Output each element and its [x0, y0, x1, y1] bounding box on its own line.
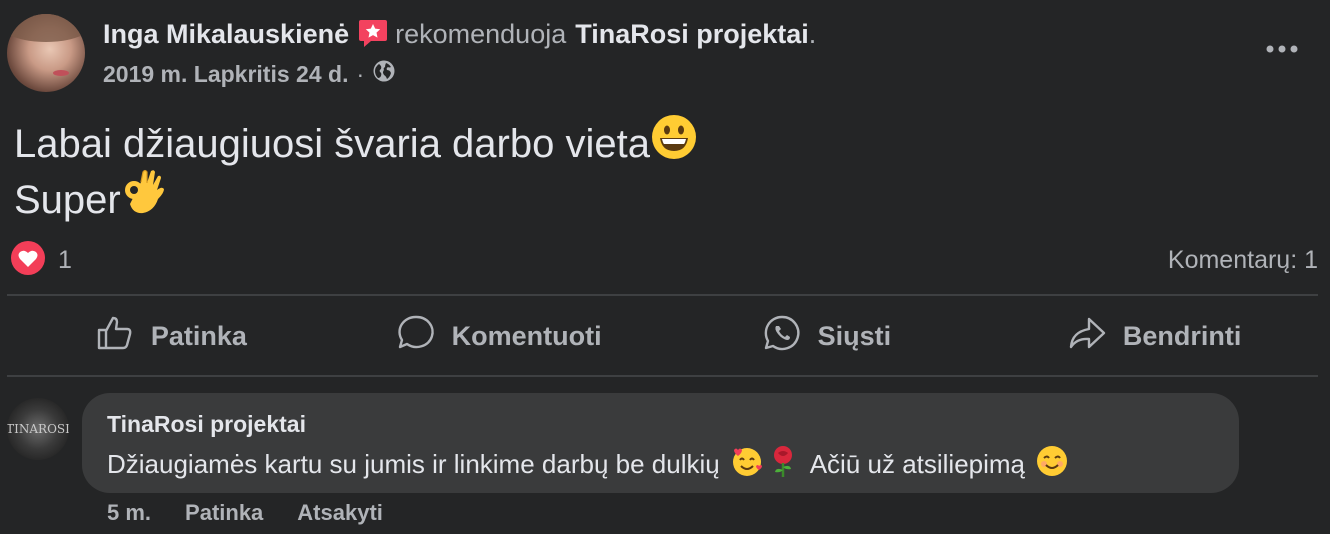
recommend-badge-icon — [357, 16, 389, 48]
comment-bubble-icon — [396, 313, 452, 360]
post-text-line-2: Super — [14, 178, 121, 222]
comment-author[interactable]: TinaRosi projektai — [107, 409, 1214, 439]
author-name[interactable]: Inga Mikalauskienė — [103, 19, 349, 50]
divider-bottom — [7, 375, 1318, 377]
ok-hand-emoji — [121, 168, 167, 233]
comment-like-link[interactable]: Patinka — [185, 500, 263, 526]
author-avatar[interactable] — [7, 14, 85, 92]
grinning-face-emoji — [650, 113, 698, 176]
comment-text-part-2: Ačiū už atsiliepimą — [809, 448, 1026, 479]
whatsapp-icon — [762, 313, 818, 360]
commenter-avatar-text: TINAROSI — [7, 422, 69, 436]
reactions-summary[interactable]: 1 — [10, 240, 72, 277]
comment-label: Komentuoti — [451, 320, 602, 351]
share-label: Bendrinti — [1122, 320, 1242, 351]
ellipsis-icon[interactable] — [1264, 38, 1300, 60]
action-bar: Patinka Komentuoti Siųsti Bendrinti — [7, 296, 1318, 376]
page-name-link[interactable]: TinaRosi projektai — [575, 19, 809, 50]
comment-time[interactable]: 5 m. — [107, 500, 151, 526]
globe-icon — [372, 59, 396, 89]
recommends-text: rekomenduoja — [395, 18, 567, 49]
post-header: Inga Mikalauskienė rekomenduoja TinaRosi… — [103, 16, 816, 52]
comment-text-part-1: Džiaugiamės kartu su jumis ir linkime da… — [107, 448, 720, 479]
comment-meta: 5 m. Patinka Atsakyti — [107, 499, 417, 527]
share-arrow-icon — [1067, 313, 1123, 360]
comments-count-link[interactable]: Komentarų: 1 — [1168, 243, 1318, 277]
date-separator: · — [356, 60, 365, 87]
comment-text: Džiaugiamės kartu su jumis ir linkime da… — [107, 444, 1214, 485]
smiling-face-emoji — [1035, 444, 1069, 485]
share-button[interactable]: Bendrinti — [990, 296, 1318, 376]
rose-emoji — [768, 444, 798, 485]
send-button[interactable]: Siųsti — [663, 296, 991, 376]
post-meta: 2019 m. Lapkritis 24 d. · — [103, 58, 396, 90]
header-period: . — [808, 18, 817, 49]
post-text-line-1: Labai džiaugiuosi švaria darbo vieta — [14, 122, 650, 166]
comment-button[interactable]: Komentuoti — [335, 296, 663, 376]
reaction-count: 1 — [58, 245, 72, 274]
comment-reply-link[interactable]: Atsakyti — [297, 500, 383, 526]
like-button[interactable]: Patinka — [7, 296, 335, 376]
like-label: Patinka — [150, 320, 247, 351]
thumbs-up-icon — [95, 313, 151, 360]
smiling-face-with-hearts-emoji — [730, 444, 764, 485]
heart-reaction-icon — [10, 240, 46, 281]
commenter-avatar[interactable]: TINAROSI — [7, 398, 69, 460]
post-date[interactable]: 2019 m. Lapkritis 24 d. — [103, 61, 348, 88]
avatar-lip — [53, 70, 69, 76]
post-body: Labai džiaugiuosi švaria darbo vieta Sup… — [14, 113, 698, 228]
send-label: Siųsti — [817, 320, 892, 351]
avatar-hair — [7, 14, 85, 42]
comment-bubble: TinaRosi projektai Džiaugiamės kartu su … — [82, 393, 1239, 493]
